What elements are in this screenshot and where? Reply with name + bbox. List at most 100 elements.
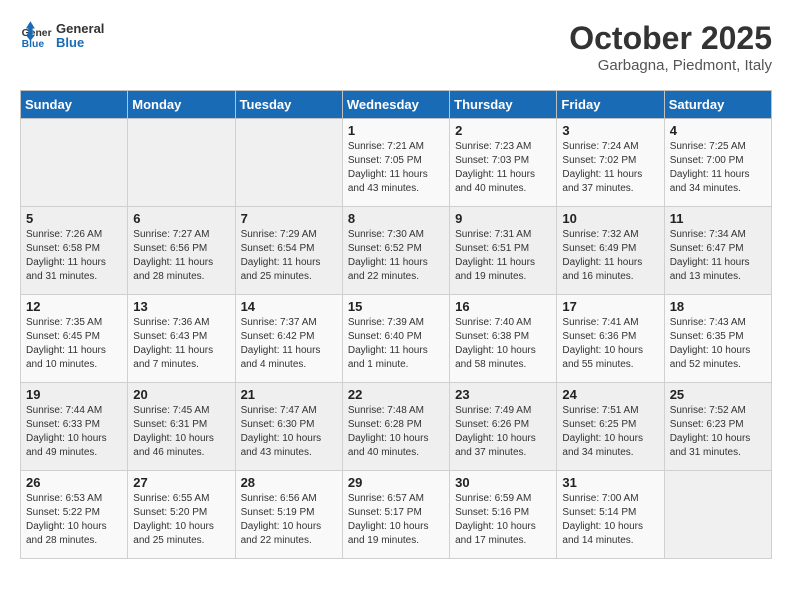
calendar-cell: 23 Sunrise: 7:49 AMSunset: 6:26 PMDaylig… — [450, 383, 557, 471]
calendar-cell: 15 Sunrise: 7:39 AMSunset: 6:40 PMDaylig… — [342, 295, 449, 383]
day-number: 4 — [670, 123, 766, 138]
weekday-header-saturday: Saturday — [664, 91, 771, 119]
day-number: 16 — [455, 299, 551, 314]
calendar-cell: 8 Sunrise: 7:30 AMSunset: 6:52 PMDayligh… — [342, 207, 449, 295]
day-info: Sunrise: 7:52 AMSunset: 6:23 PMDaylight:… — [670, 404, 766, 460]
day-number: 2 — [455, 123, 551, 138]
page-header: General Blue General Blue October 2025 G… — [20, 20, 772, 74]
day-info: Sunrise: 7:30 AMSunset: 6:52 PMDaylight:… — [348, 228, 444, 284]
weekday-header-wednesday: Wednesday — [342, 91, 449, 119]
svg-text:Blue: Blue — [22, 39, 45, 50]
calendar-cell: 12 Sunrise: 7:35 AMSunset: 6:45 PMDaylig… — [21, 295, 128, 383]
day-info: Sunrise: 7:39 AMSunset: 6:40 PMDaylight:… — [348, 316, 444, 372]
day-number: 5 — [26, 211, 122, 226]
weekday-header-sunday: Sunday — [21, 91, 128, 119]
day-info: Sunrise: 7:37 AMSunset: 6:42 PMDaylight:… — [241, 316, 337, 372]
calendar-cell: 21 Sunrise: 7:47 AMSunset: 6:30 PMDaylig… — [235, 383, 342, 471]
logo: General Blue General Blue — [20, 20, 104, 52]
day-number: 29 — [348, 475, 444, 490]
day-number: 12 — [26, 299, 122, 314]
calendar-cell: 24 Sunrise: 7:51 AMSunset: 6:25 PMDaylig… — [557, 383, 664, 471]
day-number: 9 — [455, 211, 551, 226]
day-info: Sunrise: 7:36 AMSunset: 6:43 PMDaylight:… — [133, 316, 229, 372]
day-number: 20 — [133, 387, 229, 402]
weekday-header-friday: Friday — [557, 91, 664, 119]
day-number: 31 — [562, 475, 658, 490]
weekday-header-tuesday: Tuesday — [235, 91, 342, 119]
weekday-header-row: SundayMondayTuesdayWednesdayThursdayFrid… — [21, 91, 772, 119]
day-info: Sunrise: 7:44 AMSunset: 6:33 PMDaylight:… — [26, 404, 122, 460]
day-number: 15 — [348, 299, 444, 314]
day-number: 30 — [455, 475, 551, 490]
day-info: Sunrise: 7:21 AMSunset: 7:05 PMDaylight:… — [348, 140, 444, 196]
calendar-cell: 25 Sunrise: 7:52 AMSunset: 6:23 PMDaylig… — [664, 383, 771, 471]
day-number: 28 — [241, 475, 337, 490]
calendar-cell: 11 Sunrise: 7:34 AMSunset: 6:47 PMDaylig… — [664, 207, 771, 295]
day-info: Sunrise: 7:23 AMSunset: 7:03 PMDaylight:… — [455, 140, 551, 196]
day-info: Sunrise: 7:48 AMSunset: 6:28 PMDaylight:… — [348, 404, 444, 460]
day-info: Sunrise: 7:43 AMSunset: 6:35 PMDaylight:… — [670, 316, 766, 372]
calendar-cell: 2 Sunrise: 7:23 AMSunset: 7:03 PMDayligh… — [450, 119, 557, 207]
day-info: Sunrise: 7:29 AMSunset: 6:54 PMDaylight:… — [241, 228, 337, 284]
day-number: 21 — [241, 387, 337, 402]
week-row-4: 19 Sunrise: 7:44 AMSunset: 6:33 PMDaylig… — [21, 383, 772, 471]
day-info: Sunrise: 7:41 AMSunset: 6:36 PMDaylight:… — [562, 316, 658, 372]
day-number: 27 — [133, 475, 229, 490]
location: Garbagna, Piedmont, Italy — [569, 57, 772, 74]
calendar-cell: 28 Sunrise: 6:56 AMSunset: 5:19 PMDaylig… — [235, 471, 342, 559]
calendar-cell: 27 Sunrise: 6:55 AMSunset: 5:20 PMDaylig… — [128, 471, 235, 559]
calendar-table: SundayMondayTuesdayWednesdayThursdayFrid… — [20, 90, 772, 559]
calendar-cell: 14 Sunrise: 7:37 AMSunset: 6:42 PMDaylig… — [235, 295, 342, 383]
svg-text:General: General — [22, 28, 52, 39]
day-number: 13 — [133, 299, 229, 314]
calendar-cell: 4 Sunrise: 7:25 AMSunset: 7:00 PMDayligh… — [664, 119, 771, 207]
day-number: 8 — [348, 211, 444, 226]
week-row-3: 12 Sunrise: 7:35 AMSunset: 6:45 PMDaylig… — [21, 295, 772, 383]
day-info: Sunrise: 6:56 AMSunset: 5:19 PMDaylight:… — [241, 492, 337, 548]
day-number: 23 — [455, 387, 551, 402]
day-number: 6 — [133, 211, 229, 226]
day-info: Sunrise: 7:26 AMSunset: 6:58 PMDaylight:… — [26, 228, 122, 284]
day-info: Sunrise: 7:31 AMSunset: 6:51 PMDaylight:… — [455, 228, 551, 284]
day-number: 14 — [241, 299, 337, 314]
calendar-cell: 22 Sunrise: 7:48 AMSunset: 6:28 PMDaylig… — [342, 383, 449, 471]
day-number: 10 — [562, 211, 658, 226]
day-number: 19 — [26, 387, 122, 402]
day-info: Sunrise: 7:49 AMSunset: 6:26 PMDaylight:… — [455, 404, 551, 460]
calendar-cell: 1 Sunrise: 7:21 AMSunset: 7:05 PMDayligh… — [342, 119, 449, 207]
calendar-cell: 26 Sunrise: 6:53 AMSunset: 5:22 PMDaylig… — [21, 471, 128, 559]
day-info: Sunrise: 7:00 AMSunset: 5:14 PMDaylight:… — [562, 492, 658, 548]
day-info: Sunrise: 7:47 AMSunset: 6:30 PMDaylight:… — [241, 404, 337, 460]
title-block: October 2025 Garbagna, Piedmont, Italy — [569, 20, 772, 74]
calendar-cell: 18 Sunrise: 7:43 AMSunset: 6:35 PMDaylig… — [664, 295, 771, 383]
calendar-cell: 10 Sunrise: 7:32 AMSunset: 6:49 PMDaylig… — [557, 207, 664, 295]
day-info: Sunrise: 7:45 AMSunset: 6:31 PMDaylight:… — [133, 404, 229, 460]
day-info: Sunrise: 6:57 AMSunset: 5:17 PMDaylight:… — [348, 492, 444, 548]
calendar-cell: 29 Sunrise: 6:57 AMSunset: 5:17 PMDaylig… — [342, 471, 449, 559]
day-info: Sunrise: 7:40 AMSunset: 6:38 PMDaylight:… — [455, 316, 551, 372]
calendar-cell: 13 Sunrise: 7:36 AMSunset: 6:43 PMDaylig… — [128, 295, 235, 383]
calendar-cell — [235, 119, 342, 207]
day-number: 22 — [348, 387, 444, 402]
calendar-cell: 7 Sunrise: 7:29 AMSunset: 6:54 PMDayligh… — [235, 207, 342, 295]
calendar-cell: 30 Sunrise: 6:59 AMSunset: 5:16 PMDaylig… — [450, 471, 557, 559]
weekday-header-monday: Monday — [128, 91, 235, 119]
day-info: Sunrise: 7:32 AMSunset: 6:49 PMDaylight:… — [562, 228, 658, 284]
day-number: 17 — [562, 299, 658, 314]
day-number: 7 — [241, 211, 337, 226]
day-info: Sunrise: 6:59 AMSunset: 5:16 PMDaylight:… — [455, 492, 551, 548]
day-number: 11 — [670, 211, 766, 226]
day-info: Sunrise: 7:24 AMSunset: 7:02 PMDaylight:… — [562, 140, 658, 196]
day-info: Sunrise: 7:35 AMSunset: 6:45 PMDaylight:… — [26, 316, 122, 372]
calendar-cell: 20 Sunrise: 7:45 AMSunset: 6:31 PMDaylig… — [128, 383, 235, 471]
day-info: Sunrise: 7:34 AMSunset: 6:47 PMDaylight:… — [670, 228, 766, 284]
week-row-1: 1 Sunrise: 7:21 AMSunset: 7:05 PMDayligh… — [21, 119, 772, 207]
month-title: October 2025 — [569, 20, 772, 57]
calendar-cell — [21, 119, 128, 207]
calendar-cell: 6 Sunrise: 7:27 AMSunset: 6:56 PMDayligh… — [128, 207, 235, 295]
day-number: 3 — [562, 123, 658, 138]
day-number: 1 — [348, 123, 444, 138]
week-row-5: 26 Sunrise: 6:53 AMSunset: 5:22 PMDaylig… — [21, 471, 772, 559]
day-number: 25 — [670, 387, 766, 402]
day-info: Sunrise: 7:27 AMSunset: 6:56 PMDaylight:… — [133, 228, 229, 284]
